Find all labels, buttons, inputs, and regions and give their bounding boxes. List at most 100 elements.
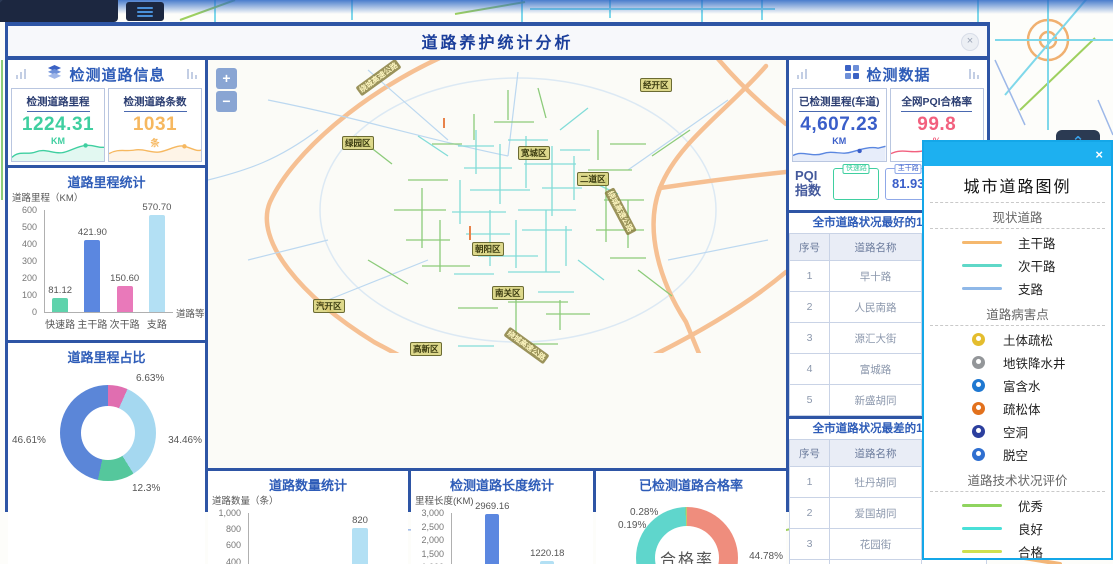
sparkline bbox=[793, 139, 886, 161]
mileage-bar-chart: 道路里程（KM）道路等级010020030040050060081.12快速路4… bbox=[8, 188, 205, 340]
pass-rate-panel: 已检测道路合格率 合格率44.78%54.75%0.28%0.19%优秀良好合格… bbox=[596, 471, 786, 564]
share-chart-panel: 道路里程占比 6.63%34.46%12.3%46.61%快速路主干路次干路支路 bbox=[8, 343, 205, 564]
decor-bars-left bbox=[797, 69, 807, 79]
legend-item: 次干路 bbox=[924, 254, 1111, 277]
bar bbox=[117, 286, 133, 312]
legend-item: 土体疏松 bbox=[924, 328, 1111, 351]
map-zoom-out-button[interactable]: − bbox=[216, 91, 237, 112]
donut-callout: 0.19% bbox=[618, 520, 646, 531]
chart-title: 道路数量统计 bbox=[208, 471, 408, 491]
stat-card-checked-mileage: 已检测里程(车道) 4,607.23 KM bbox=[792, 88, 887, 162]
map-zoom-in-button[interactable]: + bbox=[216, 68, 237, 89]
road-line-swatch bbox=[962, 264, 1002, 267]
road-line-swatch bbox=[962, 241, 1002, 244]
road-line-swatch bbox=[962, 550, 1002, 553]
pqi-label: PQI指数 bbox=[795, 169, 827, 199]
disease-point-icon bbox=[972, 333, 985, 346]
bar bbox=[149, 215, 165, 312]
panel-title: 检测数据 bbox=[866, 64, 930, 85]
decor-bars-left bbox=[16, 69, 26, 79]
stat-card-count: 检测道路条数 1031 条 bbox=[108, 88, 202, 162]
hamburger-menu-icon[interactable] bbox=[126, 2, 164, 21]
stat-value: 1031 bbox=[109, 114, 201, 136]
map-district-label: 宽城区 bbox=[518, 146, 550, 160]
legend-item: 主干路 bbox=[924, 231, 1111, 254]
legend-title: 城市道路图例 bbox=[924, 173, 1111, 197]
map-district-label: 二道区 bbox=[577, 172, 609, 186]
legend-item: 优秀 bbox=[924, 494, 1111, 517]
length-bar-chart: 里程长度(KM)道路等级05001,0001,5002,0002,5003,00… bbox=[411, 491, 593, 564]
sparkline bbox=[12, 139, 104, 161]
legend-item: 合格 bbox=[924, 540, 1111, 560]
stat-value: 99.8 bbox=[891, 114, 984, 136]
chart-title: 检测道路长度统计 bbox=[411, 471, 593, 491]
decor-bars-right bbox=[187, 69, 197, 79]
road-line-swatch bbox=[962, 287, 1002, 290]
top-gradient-bar bbox=[0, 0, 1113, 14]
donut-ring bbox=[60, 385, 156, 481]
pqi-card-express: 快速路 bbox=[833, 168, 879, 200]
road-line-swatch bbox=[962, 527, 1002, 530]
city-map[interactable]: + − 绿园区 宽城区 二道区 经开区 朝阳区 南关区 汽开区 高新区 绕城高速… bbox=[208, 60, 786, 468]
bar bbox=[52, 298, 68, 312]
disease-point-icon bbox=[972, 356, 985, 369]
donut-callout: 46.61% bbox=[12, 435, 46, 446]
bar bbox=[352, 528, 368, 564]
chart-title: 道路里程占比 bbox=[8, 343, 205, 363]
bar bbox=[485, 514, 499, 564]
legend-section-heading: 道路技术状况评价 bbox=[924, 470, 1111, 489]
mileage-chart-panel: 道路里程统计 道路里程（KM）道路等级010020030040050060081… bbox=[8, 168, 205, 340]
mini-map-widget[interactable] bbox=[0, 0, 118, 22]
pass-rate-donut-chart: 合格率44.78%54.75%0.28%0.19%优秀良好合格不合格 bbox=[596, 491, 786, 564]
legend-item: 良好 bbox=[924, 517, 1111, 540]
chart-title: 道路里程统计 bbox=[8, 168, 205, 188]
donut-callout: 12.3% bbox=[132, 483, 160, 494]
road-info-panel: 检测道路信息 检测道路里程 1224.31 KM 检测道路条数 bbox=[8, 60, 205, 165]
legend-section-heading: 道路病害点 bbox=[924, 304, 1111, 323]
disease-point-icon bbox=[972, 425, 985, 438]
table-row: 4民丰三条 bbox=[790, 560, 987, 564]
legend-body: 城市道路图例现状道路主干路次干路支路道路病害点土体疏松地铁降水井富含水疏松体空洞… bbox=[924, 173, 1111, 560]
map-district-label: 高新区 bbox=[410, 342, 442, 356]
close-icon[interactable]: × bbox=[1095, 147, 1103, 162]
length-chart-panel: 检测道路长度统计 里程长度(KM)道路等级05001,0001,5002,000… bbox=[411, 471, 593, 564]
road-line-swatch bbox=[962, 504, 1002, 507]
close-icon[interactable]: × bbox=[961, 33, 979, 51]
map-district-label: 绿园区 bbox=[342, 136, 374, 150]
legend-item: 疏松体 bbox=[924, 397, 1111, 420]
disease-point-icon bbox=[972, 448, 985, 461]
legend-item: 支路 bbox=[924, 277, 1111, 300]
map-roads bbox=[208, 60, 786, 353]
count-bar-chart: 道路数量（条）道路等级02004006008001,0008快速路97主干路10… bbox=[208, 491, 408, 564]
donut-callout: 0.28% bbox=[630, 507, 658, 518]
map-district-label: 经开区 bbox=[640, 78, 672, 92]
disease-point-icon bbox=[972, 379, 985, 392]
data-grid-icon bbox=[845, 65, 859, 84]
donut-callout: 6.63% bbox=[136, 373, 164, 384]
modal-header: 道路养护统计分析 × bbox=[8, 26, 987, 56]
legend-item: 富含水 bbox=[924, 374, 1111, 397]
count-chart-panel: 道路数量统计 道路数量（条）道路等级02004006008001,0008快速路… bbox=[208, 471, 408, 564]
dashboard-modal: 道路养护统计分析 × 检测道路信息 检测道路里程 1224.31 bbox=[5, 22, 990, 512]
legend-header: × bbox=[924, 142, 1111, 166]
donut-callout: 34.46% bbox=[168, 435, 202, 446]
legend-section-heading: 现状道路 bbox=[924, 207, 1111, 226]
decor-bars-right bbox=[969, 69, 979, 79]
donut-callout: 44.78% bbox=[749, 551, 783, 562]
map-district-label: 南关区 bbox=[492, 286, 524, 300]
chart-title: 已检测道路合格率 bbox=[596, 471, 786, 491]
stat-value: 1224.31 bbox=[12, 114, 104, 136]
legend-item: 空洞 bbox=[924, 420, 1111, 443]
map-district-label: 朝阳区 bbox=[472, 242, 504, 256]
share-donut-chart: 6.63%34.46%12.3%46.61%快速路主干路次干路支路 bbox=[8, 363, 205, 564]
page-title: 道路养护统计分析 bbox=[421, 29, 573, 53]
layers-icon bbox=[47, 64, 62, 84]
map-legend-panel: × 城市道路图例现状道路主干路次干路支路道路病害点土体疏松地铁降水井富含水疏松体… bbox=[922, 140, 1113, 560]
legend-item: 地铁降水井 bbox=[924, 351, 1111, 374]
map-district-label: 汽开区 bbox=[313, 299, 345, 313]
sparkline bbox=[109, 139, 201, 161]
disease-point-icon bbox=[972, 402, 985, 415]
legend-item: 脱空 bbox=[924, 443, 1111, 466]
panel-title: 检测道路信息 bbox=[69, 64, 165, 85]
stat-value: 4,607.23 bbox=[793, 114, 886, 136]
